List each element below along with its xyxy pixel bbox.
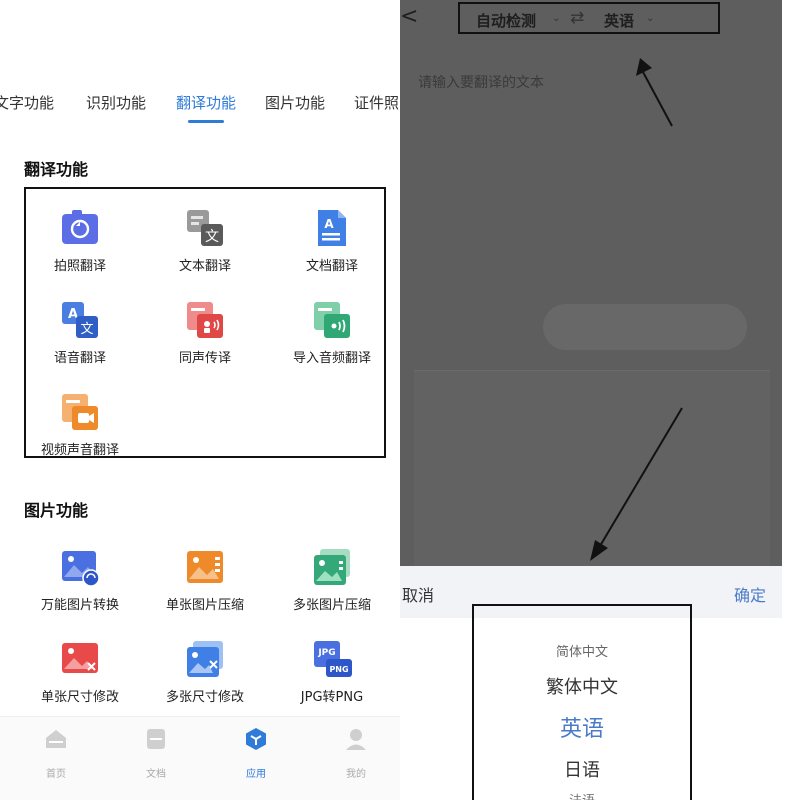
target-chevron-down-icon: ⌄ [646,13,655,24]
image-grid: 万能图片转换 单张图片压缩 多张图片压缩 单张尺寸修改 多张尺寸修改 JPG P… [24,547,386,717]
app-functions-panel: 文字功能 识别功能 翻译功能 图片功能 证件照 翻译功能 拍照翻译 文 文本翻译… [0,0,400,800]
video-audio-translate-item[interactable]: 视频声音翻译 [20,392,140,482]
target-language[interactable]: 英语 [604,10,634,31]
multi-image-compress-item[interactable]: 多张图片压缩 [272,547,392,637]
voice-translate-icon: A 文 [62,302,98,338]
dimmed-result-card [414,370,770,566]
image-convert-label: 万能图片转换 [40,598,119,613]
cancel-button[interactable]: 取消 [402,582,434,606]
nav-home-label: 首页 [46,769,66,780]
single-resize-icon [62,643,98,673]
nav-apps-label: 应用 [246,769,266,780]
text-translate-icon: 文 [187,210,223,246]
source-chevron-down-icon: ⌄ [552,13,561,24]
multi-resize-label: 多张尺寸修改 [165,690,244,705]
swap-languages-icon[interactable]: ⇄ [570,8,584,28]
translate-grid: 拍照翻译 文 文本翻译 A 文档翻译 A 文 语音翻译 同声传译 导入音频翻译 … [24,208,386,458]
tab-recognition-functions[interactable]: 识别功能 [86,92,146,113]
translate-input-placeholder[interactable]: 请输入要翻译的文本 [418,72,544,92]
picker-highlight-box [472,604,692,800]
multi-image-compress-label: 多张图片压缩 [292,598,371,613]
svg-text:文: 文 [80,322,93,337]
nav-document[interactable]: 文档 [126,727,186,780]
text-translate-item[interactable]: 文 文本翻译 [145,208,265,298]
confirm-button[interactable]: 确定 [734,582,766,606]
multi-resize-icon [187,641,223,677]
tab-translate-functions[interactable]: 翻译功能 [176,92,236,113]
nav-profile-label: 我的 [346,769,366,780]
svg-text:A: A [324,217,334,231]
jpg-to-png-label: JPG转PNG [300,690,364,705]
svg-text:文: 文 [205,229,219,245]
text-translate-screen: < 自动检测 ⌄ ⇄ 英语 ⌄ 请输入要翻译的文本 取消 确定 简体中文 繁体中… [400,0,800,800]
source-language[interactable]: 自动检测 [476,10,536,31]
image-convert-item[interactable]: 万能图片转换 [20,547,140,637]
language-selector-bar: 自动检测 ⌄ ⇄ 英语 ⌄ [458,2,720,34]
single-image-compress-icon [187,551,223,583]
image-convert-icon [62,551,100,587]
document-translate-icon: A [318,210,346,246]
home-icon [46,730,66,748]
import-audio-translate-label: 导入音频翻译 [292,351,371,366]
single-resize-label: 单张尺寸修改 [40,690,119,705]
text-translate-label: 文本翻译 [178,259,231,274]
single-image-compress-item[interactable]: 单张图片压缩 [145,547,265,637]
right-margin [782,0,800,800]
nav-apps[interactable]: 应用 [226,727,286,780]
single-image-compress-label: 单张图片压缩 [165,598,244,613]
tab-id-photo[interactable]: 证件照 [354,92,399,113]
svg-text:JPG: JPG [317,648,335,658]
multi-image-compress-icon [314,549,350,585]
bottom-nav: 首页 文档 应用 我的 [0,716,400,800]
voice-translate-label: 语音翻译 [53,351,106,366]
import-audio-translate-icon [314,302,350,338]
voice-translate-item[interactable]: A 文 语音翻译 [20,300,140,390]
dimmed-translate-button [543,304,747,350]
import-audio-translate-item[interactable]: 导入音频翻译 [272,300,392,390]
video-audio-translate-label: 视频声音翻译 [40,443,119,458]
nav-document-label: 文档 [146,769,166,780]
svg-text:PNG: PNG [329,665,348,674]
simultaneous-interpret-icon [187,302,223,338]
tab-text-functions[interactable]: 文字功能 [0,92,54,113]
tab-image-functions[interactable]: 图片功能 [265,92,325,113]
image-section-title: 图片功能 [24,501,89,520]
apps-cube-icon [246,728,266,750]
video-audio-translate-icon [62,394,98,430]
back-chevron-icon[interactable]: < [400,4,418,29]
translate-section-title: 翻译功能 [24,160,89,179]
simultaneous-interpret-label: 同声传译 [178,351,231,366]
simultaneous-interpret-item[interactable]: 同声传译 [145,300,265,390]
profile-icon [346,729,366,750]
camera-translate-label: 拍照翻译 [53,259,106,274]
active-tab-indicator [188,120,224,123]
nav-home[interactable]: 首页 [26,727,86,780]
document-translate-label: 文档翻译 [305,259,358,274]
document-translate-item[interactable]: A 文档翻译 [272,208,392,298]
jpg-to-png-icon: JPG PNG [314,641,352,677]
document-icon [147,729,165,749]
nav-profile[interactable]: 我的 [326,727,386,780]
category-tabs: 文字功能 识别功能 翻译功能 图片功能 证件照 [0,92,400,126]
camera-translate-item[interactable]: 拍照翻译 [20,208,140,298]
camera-translate-icon [62,210,98,244]
